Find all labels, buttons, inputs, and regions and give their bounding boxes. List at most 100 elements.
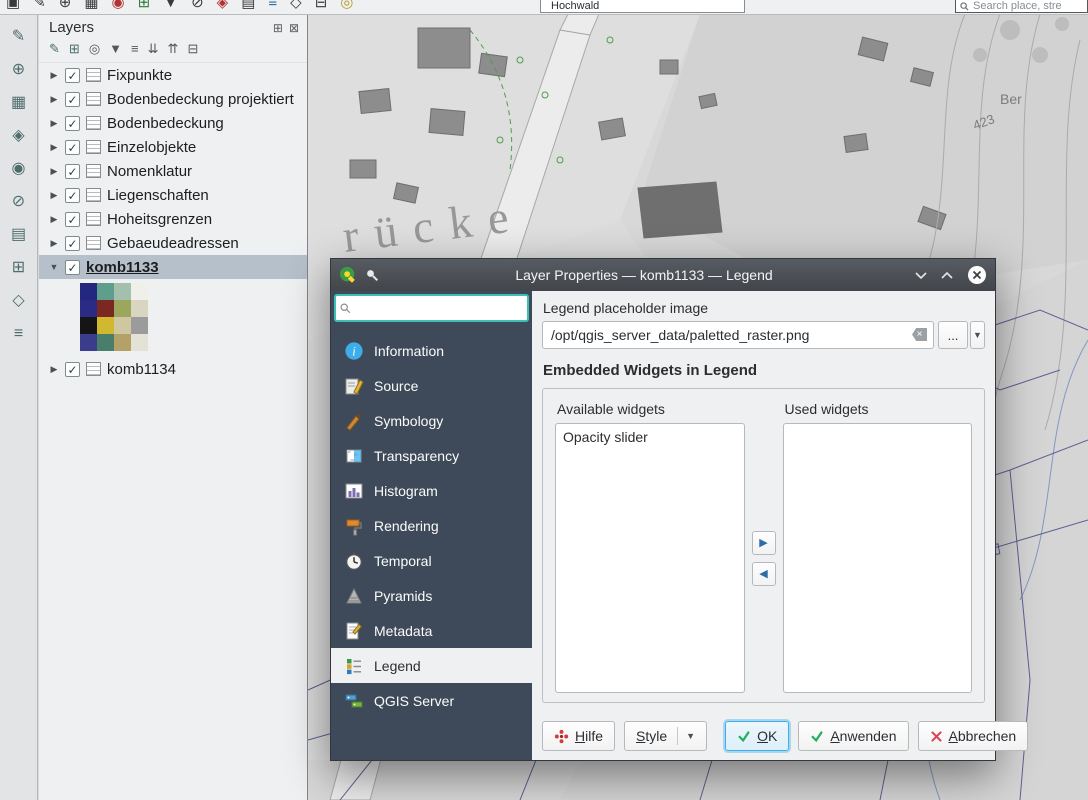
layer-checkbox[interactable]: ✓: [65, 116, 80, 131]
shape-tool-icon[interactable]: ◇: [12, 292, 24, 310]
browse-button[interactable]: ...: [938, 321, 968, 349]
toolbar-tool-icon[interactable]: ⊘: [191, 0, 204, 13]
expand-arrow-icon[interactable]: ▶: [49, 142, 59, 153]
tab-rendering[interactable]: Rendering: [331, 508, 532, 543]
filter-expression-icon[interactable]: ≡: [131, 41, 139, 56]
placeholder-image-path-input[interactable]: [542, 321, 934, 349]
filter-legend-icon[interactable]: ▼: [109, 41, 122, 56]
layer-item[interactable]: ▶ ✓ Hoheitsgrenzen: [39, 207, 307, 231]
close-icon[interactable]: [967, 265, 987, 285]
ok-button[interactable]: OK: [725, 721, 789, 751]
layer-checkbox[interactable]: ✓: [65, 188, 80, 203]
expand-arrow-icon[interactable]: ▶: [49, 166, 59, 177]
expand-arrow-icon[interactable]: ▶: [49, 214, 59, 225]
tab-temporal[interactable]: Temporal: [331, 543, 532, 578]
tab-metadata[interactable]: Metadata: [331, 613, 532, 648]
layer-checkbox[interactable]: ✓: [65, 164, 80, 179]
remove-layer-icon[interactable]: ⊟: [187, 41, 198, 56]
layer-item[interactable]: ▶ ✓ Bodenbedeckung projektiert: [39, 87, 307, 111]
tab-symbology[interactable]: Symbology: [331, 403, 532, 438]
expand-arrow-icon[interactable]: ▶: [49, 70, 59, 81]
apply-button[interactable]: Anwenden: [798, 721, 908, 751]
add-group-icon[interactable]: ⊞: [69, 41, 80, 56]
dialog-titlebar[interactable]: Layer Properties — komb1133 — Legend: [331, 259, 995, 291]
list-item[interactable]: Opacity slider: [563, 429, 737, 445]
layer-item[interactable]: ▶ ✓ Gebaeudeadressen: [39, 231, 307, 255]
vertex-tool-icon[interactable]: ◈: [12, 127, 24, 145]
expand-arrow-icon[interactable]: ▶: [49, 94, 59, 105]
grid-tool-icon[interactable]: ▦: [11, 94, 26, 112]
toolbar-tool-icon[interactable]: ◉: [112, 0, 125, 13]
tab-histogram[interactable]: Histogram: [331, 473, 532, 508]
toolbar-tool-icon[interactable]: ▼: [163, 0, 178, 13]
style-button[interactable]: Style ▼: [624, 721, 707, 751]
layer-item[interactable]: ▶ ✓ Fixpunkte: [39, 63, 307, 87]
panel-float-icon[interactable]: ⊞: [273, 21, 283, 35]
layer-checkbox[interactable]: ✓: [65, 362, 80, 377]
toolbar-tool-icon[interactable]: ⊕: [59, 0, 72, 13]
layer-item[interactable]: ▶ ✓ Nomenklatur: [39, 159, 307, 183]
map-themes-icon[interactable]: ◎: [89, 41, 100, 56]
collapse-all-icon[interactable]: ⇈: [168, 41, 179, 56]
expand-arrow-icon[interactable]: ▶: [49, 238, 59, 249]
edit-tool-icon[interactable]: ✎: [12, 28, 25, 46]
tab-information[interactable]: i Information: [331, 333, 532, 368]
add-feature-tool-icon[interactable]: ⊕: [12, 61, 25, 79]
tab-qgis-server[interactable]: QGIS Server: [331, 683, 532, 718]
tab-source[interactable]: Source: [331, 368, 532, 403]
style-dropdown-icon[interactable]: ▼: [686, 731, 695, 741]
used-widgets-list[interactable]: [783, 423, 973, 693]
layer-checkbox[interactable]: ✓: [65, 68, 80, 83]
remove-widget-button[interactable]: ◀: [752, 562, 776, 586]
available-widgets-list[interactable]: Opacity slider: [555, 423, 745, 693]
pin-icon[interactable]: [365, 268, 379, 282]
toolbar-tool-icon[interactable]: ▦: [84, 0, 98, 13]
panel-close-icon[interactable]: ⊠: [289, 21, 299, 35]
layer-checkbox[interactable]: ✓: [65, 92, 80, 107]
toolbar-tool-icon[interactable]: ✎: [33, 0, 46, 13]
window-menu-icon[interactable]: [915, 270, 927, 281]
add-layer-tool-icon[interactable]: ⊞: [12, 259, 25, 277]
layer-item[interactable]: ▶ ✓ Bodenbedeckung: [39, 111, 307, 135]
toolbar-tool-icon[interactable]: ◎: [340, 0, 353, 13]
layers-tool-icon[interactable]: ▤: [11, 226, 26, 244]
layer-checkbox[interactable]: ✓: [65, 212, 80, 227]
layer-checkbox[interactable]: ✓: [65, 260, 80, 275]
layer-item[interactable]: ▶ ✓ komb1134: [39, 357, 307, 381]
help-button[interactable]: Hilfe: [542, 721, 615, 751]
disable-tool-icon[interactable]: ⊘: [12, 193, 25, 211]
layer-styling-icon[interactable]: ✎: [49, 41, 60, 56]
properties-search-box[interactable]: [334, 294, 529, 322]
layer-item[interactable]: ▶ ✓ Liegenschaften: [39, 183, 307, 207]
snap-tool-icon[interactable]: ◉: [12, 160, 26, 178]
toolbar-tool-icon[interactable]: ⊞: [138, 0, 151, 13]
toolbar-tool-icon[interactable]: ▤: [241, 0, 255, 13]
tab-legend-active[interactable]: Legend: [331, 648, 532, 683]
toolbar-tool-icon[interactable]: ≡: [268, 0, 277, 13]
toolbar-tool-icon[interactable]: ◈: [217, 0, 229, 13]
scale-combo[interactable]: Hochwald: [540, 0, 745, 13]
expand-arrow-icon[interactable]: ▶: [49, 190, 59, 201]
collapse-arrow-icon[interactable]: ▼: [49, 262, 59, 272]
expand-all-icon[interactable]: ⇊: [148, 41, 159, 56]
tab-transparency[interactable]: Transparency: [331, 438, 532, 473]
layer-checkbox[interactable]: ✓: [65, 140, 80, 155]
path-dropdown-icon[interactable]: ▼: [970, 321, 985, 349]
layer-checkbox[interactable]: ✓: [65, 236, 80, 251]
toolbar-tool-icon[interactable]: ⊟: [315, 0, 328, 13]
toolbar-tool-icon[interactable]: ◇: [290, 0, 302, 13]
layer-item[interactable]: ▶ ✓ Einzelobjekte: [39, 135, 307, 159]
layer-item-selected[interactable]: ▼ ✓ komb1133: [39, 255, 307, 279]
expand-arrow-icon[interactable]: ▶: [49, 364, 59, 375]
locator-search-field[interactable]: Search place, stre: [955, 0, 1088, 13]
expand-arrow-icon[interactable]: ▶: [49, 118, 59, 129]
add-widget-button[interactable]: ▶: [752, 531, 776, 555]
tab-pyramids[interactable]: Pyramids: [331, 578, 532, 613]
properties-search-input[interactable]: [355, 300, 523, 317]
pyramids-icon: [344, 586, 364, 606]
raster-legend-palette: [80, 283, 307, 351]
toolbar-tool-icon[interactable]: ▣: [6, 0, 20, 13]
shade-window-icon[interactable]: [941, 270, 953, 281]
cancel-button[interactable]: Abbrechen: [918, 721, 1029, 751]
list-tool-icon[interactable]: ≡: [14, 325, 23, 343]
